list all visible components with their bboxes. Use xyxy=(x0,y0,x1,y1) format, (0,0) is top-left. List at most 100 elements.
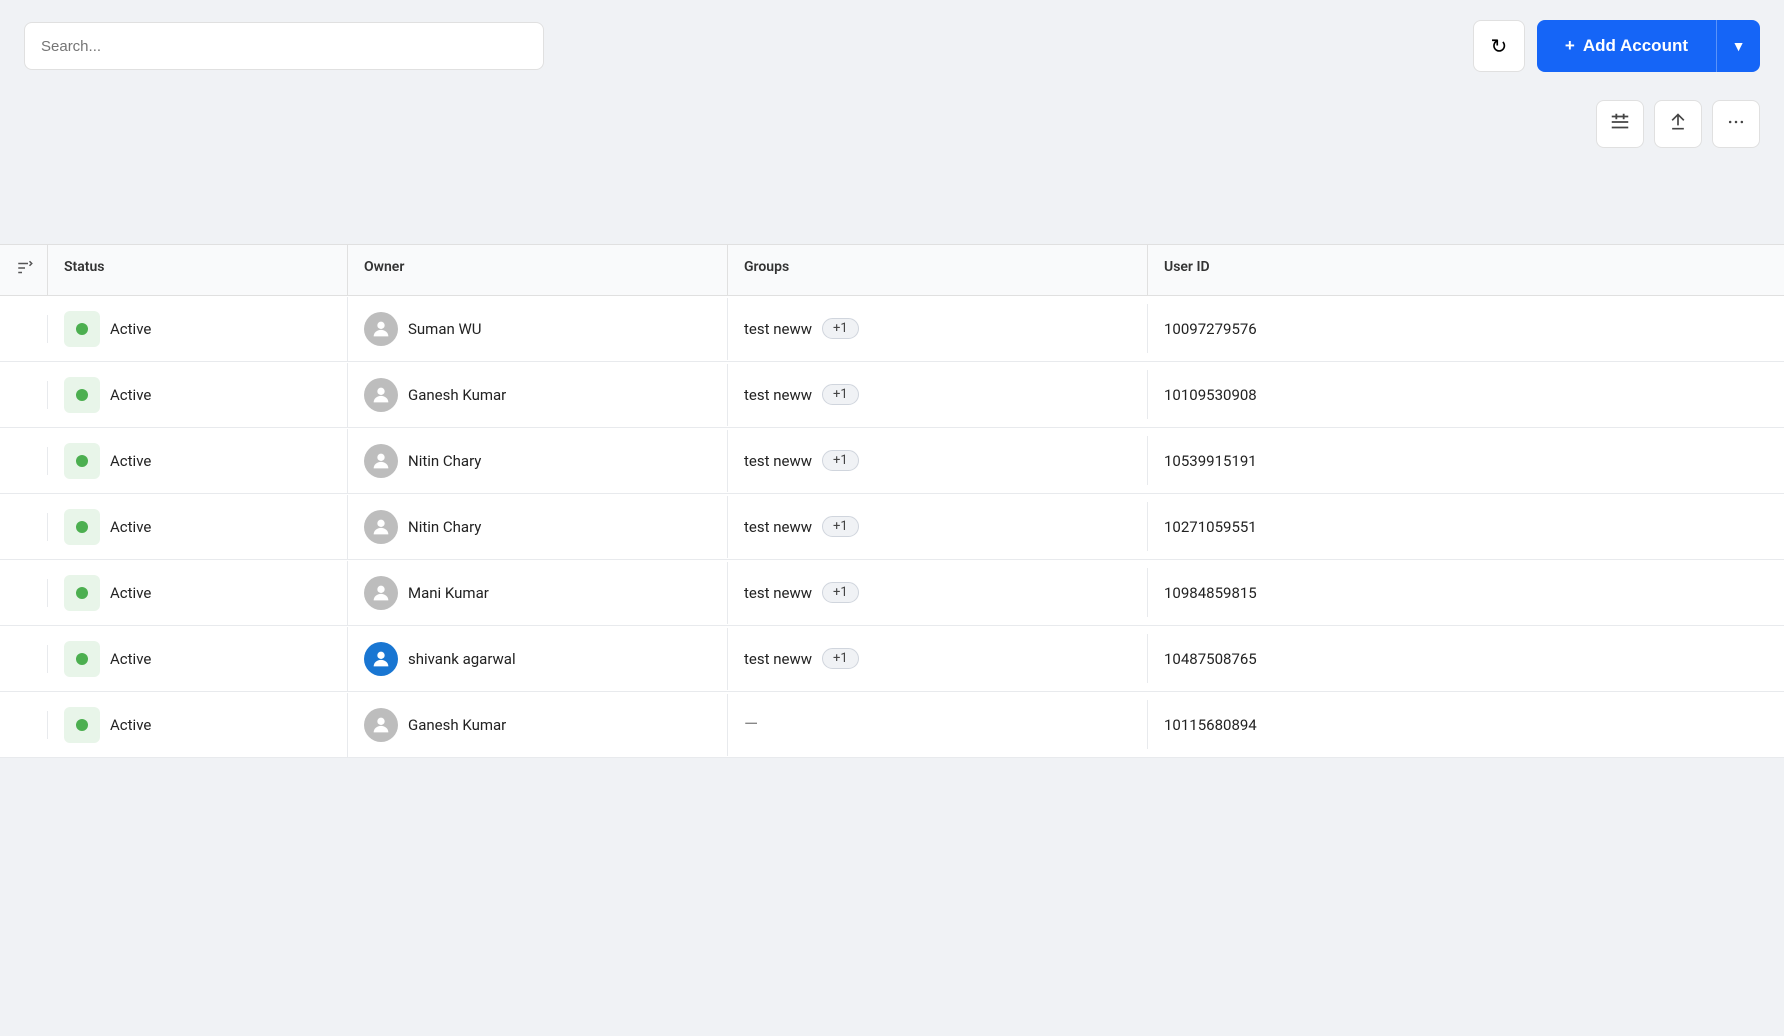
columns-icon xyxy=(1609,111,1631,138)
chevron-down-icon: ▼ xyxy=(1732,38,1746,54)
status-label: Active xyxy=(110,452,151,470)
avatar xyxy=(364,708,398,742)
avatar xyxy=(364,576,398,610)
active-dot xyxy=(76,719,88,731)
avatar xyxy=(364,312,398,346)
td-owner-6: Ganesh Kumar xyxy=(348,694,728,756)
group-name: test neww xyxy=(744,452,812,470)
avatar xyxy=(364,510,398,544)
active-dot xyxy=(76,653,88,665)
td-status-0: Active xyxy=(48,297,348,361)
add-account-dropdown-button[interactable]: ▼ xyxy=(1716,20,1760,72)
status-indicator xyxy=(64,443,100,479)
refresh-button[interactable]: ↻ xyxy=(1473,20,1525,72)
td-groups-2: test neww +1 xyxy=(728,436,1148,485)
td-groups-6: — xyxy=(728,700,1148,749)
table-row: Active Suman WU test neww +1 10097279576 xyxy=(0,296,1784,362)
group-name: test neww xyxy=(744,650,812,668)
status-label: Active xyxy=(110,650,151,668)
status-label: Active xyxy=(110,716,151,734)
td-groups-4: test neww +1 xyxy=(728,568,1148,617)
avatar xyxy=(364,444,398,478)
table-row: Active Ganesh Kumar test neww +1 1010953… xyxy=(0,362,1784,428)
group-name: test neww xyxy=(744,518,812,536)
group-extra-badge: +1 xyxy=(822,582,859,603)
refresh-icon: ↻ xyxy=(1491,34,1508,59)
td-checkbox[interactable] xyxy=(0,579,48,607)
active-dot xyxy=(76,587,88,599)
status-label: Active xyxy=(110,320,151,338)
group-extra-badge: +1 xyxy=(822,384,859,405)
group-extra-badge: +1 xyxy=(822,648,859,669)
export-icon xyxy=(1668,112,1688,137)
th-userid: User ID xyxy=(1148,245,1784,295)
td-owner-5: shivank agarwal xyxy=(348,628,728,690)
td-status-3: Active xyxy=(48,495,348,559)
td-owner-0: Suman WU xyxy=(348,298,728,360)
avatar xyxy=(364,378,398,412)
sort-icon xyxy=(16,265,34,281)
add-account-label: Add Account xyxy=(1583,36,1688,56)
columns-button[interactable] xyxy=(1596,100,1644,148)
td-groups-1: test neww +1 xyxy=(728,370,1148,419)
td-groups-0: test neww +1 xyxy=(728,304,1148,353)
table-row: Active Ganesh Kumar — 10115680894 xyxy=(0,692,1784,758)
table-row: Active Nitin Chary test neww +1 10539915… xyxy=(0,428,1784,494)
owner-name: Ganesh Kumar xyxy=(408,716,506,734)
td-checkbox[interactable] xyxy=(0,447,48,475)
group-extra-badge: +1 xyxy=(822,318,859,339)
td-checkbox[interactable] xyxy=(0,381,48,409)
td-status-1: Active xyxy=(48,363,348,427)
th-owner: Owner xyxy=(348,245,728,295)
group-name: test neww xyxy=(744,386,812,404)
search-input[interactable] xyxy=(24,22,544,70)
status-indicator xyxy=(64,707,100,743)
td-checkbox[interactable] xyxy=(0,513,48,541)
more-button[interactable] xyxy=(1712,100,1760,148)
table-row: Active Mani Kumar test neww +1 109848598… xyxy=(0,560,1784,626)
owner-name: Suman WU xyxy=(408,320,482,338)
avatar xyxy=(364,642,398,676)
status-indicator xyxy=(64,311,100,347)
td-checkbox[interactable] xyxy=(0,645,48,673)
add-account-group: + Add Account ▼ xyxy=(1537,20,1760,72)
td-owner-3: Nitin Chary xyxy=(348,496,728,558)
top-bar-actions: ↻ + Add Account ▼ xyxy=(1473,20,1760,72)
status-label: Active xyxy=(110,386,151,404)
td-checkbox[interactable] xyxy=(0,711,48,739)
group-extra-badge: +1 xyxy=(822,516,859,537)
td-groups-5: test neww +1 xyxy=(728,634,1148,683)
plus-icon: + xyxy=(1565,36,1575,56)
secondary-toolbar xyxy=(0,92,1784,164)
status-indicator xyxy=(64,641,100,677)
owner-name: Nitin Chary xyxy=(408,452,481,470)
owner-name: Mani Kumar xyxy=(408,584,489,602)
group-name: test neww xyxy=(744,320,812,338)
td-status-5: Active xyxy=(48,627,348,691)
table-header-row: Status Owner Groups User ID xyxy=(0,245,1784,296)
active-dot xyxy=(76,389,88,401)
td-userid-2: 10539915191 xyxy=(1148,438,1784,484)
status-indicator xyxy=(64,377,100,413)
add-account-button[interactable]: + Add Account xyxy=(1537,20,1716,72)
groups-empty-dash: — xyxy=(744,714,758,735)
th-sort[interactable] xyxy=(0,245,48,295)
more-icon xyxy=(1726,112,1746,137)
td-status-4: Active xyxy=(48,561,348,625)
td-owner-1: Ganesh Kumar xyxy=(348,364,728,426)
status-label: Active xyxy=(110,518,151,536)
td-userid-1: 10109530908 xyxy=(1148,372,1784,418)
export-button[interactable] xyxy=(1654,100,1702,148)
td-userid-5: 10487508765 xyxy=(1148,636,1784,682)
td-groups-3: test neww +1 xyxy=(728,502,1148,551)
status-indicator xyxy=(64,575,100,611)
owner-name: Nitin Chary xyxy=(408,518,481,536)
top-bar: ↻ + Add Account ▼ xyxy=(0,0,1784,92)
status-label: Active xyxy=(110,584,151,602)
td-checkbox[interactable] xyxy=(0,315,48,343)
active-dot xyxy=(76,323,88,335)
active-dot xyxy=(76,455,88,467)
group-name: test neww xyxy=(744,584,812,602)
th-status: Status xyxy=(48,245,348,295)
table-row: Active shivank agarwal test neww +1 1048… xyxy=(0,626,1784,692)
